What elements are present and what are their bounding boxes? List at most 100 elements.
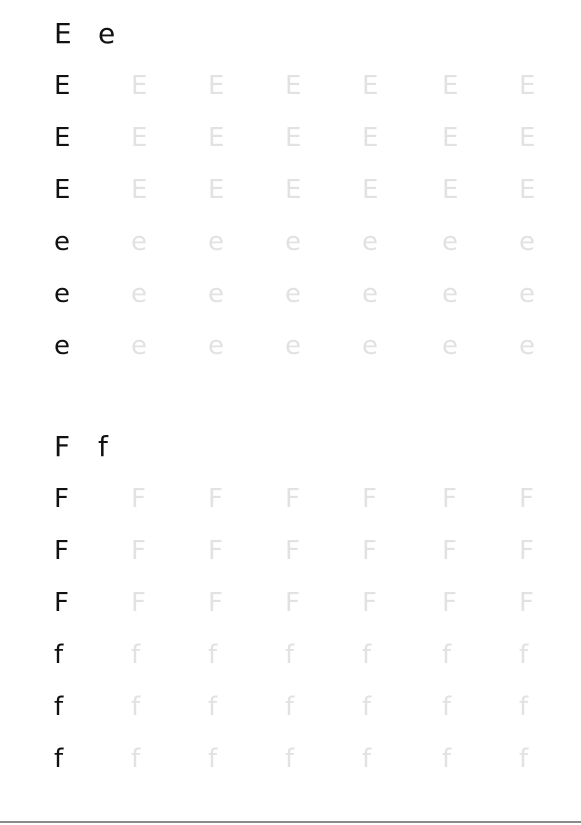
trace-letter: e: [131, 279, 147, 309]
trace-letter: f: [362, 640, 372, 670]
model-letter: E: [54, 175, 71, 205]
trace-letter: F: [131, 588, 146, 618]
worksheet-page: E e E E E E E E E E E E E E E E E E E E …: [0, 0, 581, 825]
trace-letter: E: [519, 71, 536, 101]
trace-letter: E: [208, 123, 225, 153]
trace-letter: E: [442, 123, 459, 153]
trace-letter: F: [208, 588, 223, 618]
trace-letter: e: [208, 279, 224, 309]
trace-letter: E: [208, 71, 225, 101]
trace-letter: F: [519, 536, 534, 566]
trace-letter: F: [131, 484, 146, 514]
trace-letter: f: [208, 744, 218, 774]
trace-letter: e: [519, 227, 535, 257]
model-letter: f: [54, 744, 64, 774]
trace-letter: F: [285, 536, 300, 566]
trace-letter: f: [131, 692, 141, 722]
practice-row: e e e e e e e: [0, 274, 581, 314]
trace-letter: E: [442, 71, 459, 101]
trace-letter: e: [519, 279, 535, 309]
trace-letter: f: [208, 640, 218, 670]
trace-letter: F: [285, 484, 300, 514]
practice-row: f f f f f f f: [0, 635, 581, 675]
trace-letter: f: [362, 692, 372, 722]
trace-letter: e: [442, 227, 458, 257]
trace-letter: e: [362, 331, 378, 361]
trace-letter: F: [519, 588, 534, 618]
trace-letter: E: [442, 175, 459, 205]
trace-letter: E: [519, 175, 536, 205]
trace-letter: F: [208, 536, 223, 566]
section-title-e: E e: [54, 14, 254, 54]
model-letter: E: [54, 123, 71, 153]
trace-letter: f: [285, 692, 295, 722]
practice-row: E E E E E E E: [0, 170, 581, 210]
trace-letter: e: [362, 279, 378, 309]
trace-letter: F: [442, 588, 457, 618]
trace-letter: f: [362, 744, 372, 774]
model-letter: e: [54, 331, 70, 361]
practice-row: f f f f f f f: [0, 687, 581, 727]
model-letter: E: [54, 71, 71, 101]
trace-letter: E: [362, 71, 379, 101]
trace-letter: f: [208, 692, 218, 722]
trace-letter: e: [442, 279, 458, 309]
trace-letter: E: [208, 175, 225, 205]
trace-letter: f: [519, 692, 529, 722]
trace-letter: E: [131, 123, 148, 153]
trace-letter: e: [131, 227, 147, 257]
title-uppercase-letter: E: [54, 17, 72, 50]
trace-letter: F: [442, 484, 457, 514]
model-letter: e: [54, 279, 70, 309]
practice-row: F F F F F F F: [0, 479, 581, 519]
practice-row: E E E E E E E: [0, 118, 581, 158]
trace-letter: e: [519, 331, 535, 361]
trace-letter: E: [285, 123, 302, 153]
practice-row: E E E E E E E: [0, 66, 581, 106]
title-uppercase-letter: F: [54, 430, 71, 463]
trace-letter: e: [285, 227, 301, 257]
trace-letter: f: [442, 640, 452, 670]
trace-letter: e: [362, 227, 378, 257]
trace-letter: F: [208, 484, 223, 514]
trace-letter: E: [362, 175, 379, 205]
section-title-f: F f: [54, 427, 254, 467]
trace-letter: f: [442, 692, 452, 722]
practice-row: F F F F F F F: [0, 583, 581, 623]
trace-letter: E: [362, 123, 379, 153]
trace-letter: E: [519, 123, 536, 153]
model-letter: F: [54, 484, 69, 514]
model-letter: f: [54, 692, 64, 722]
trace-letter: f: [131, 744, 141, 774]
trace-letter: E: [285, 71, 302, 101]
trace-letter: F: [519, 484, 534, 514]
trace-letter: E: [285, 175, 302, 205]
trace-letter: e: [208, 331, 224, 361]
trace-letter: e: [285, 279, 301, 309]
trace-letter: f: [285, 640, 295, 670]
trace-letter: e: [442, 331, 458, 361]
trace-letter: E: [131, 175, 148, 205]
trace-letter: f: [519, 640, 529, 670]
trace-letter: f: [131, 640, 141, 670]
trace-letter: e: [285, 331, 301, 361]
practice-row: f f f f f f f: [0, 739, 581, 779]
model-letter: f: [54, 640, 64, 670]
trace-letter: f: [285, 744, 295, 774]
practice-row: F F F F F F F: [0, 531, 581, 571]
trace-letter: F: [362, 588, 377, 618]
trace-letter: F: [362, 536, 377, 566]
model-letter: F: [54, 588, 69, 618]
trace-letter: F: [285, 588, 300, 618]
trace-letter: e: [131, 331, 147, 361]
trace-letter: E: [131, 71, 148, 101]
trace-letter: F: [131, 536, 146, 566]
practice-row: e e e e e e e: [0, 326, 581, 366]
model-letter: F: [54, 536, 69, 566]
model-letter: e: [54, 227, 70, 257]
trace-letter: f: [442, 744, 452, 774]
trace-letter: e: [208, 227, 224, 257]
trace-letter: F: [362, 484, 377, 514]
practice-row: e e e e e e e: [0, 222, 581, 262]
trace-letter: F: [442, 536, 457, 566]
